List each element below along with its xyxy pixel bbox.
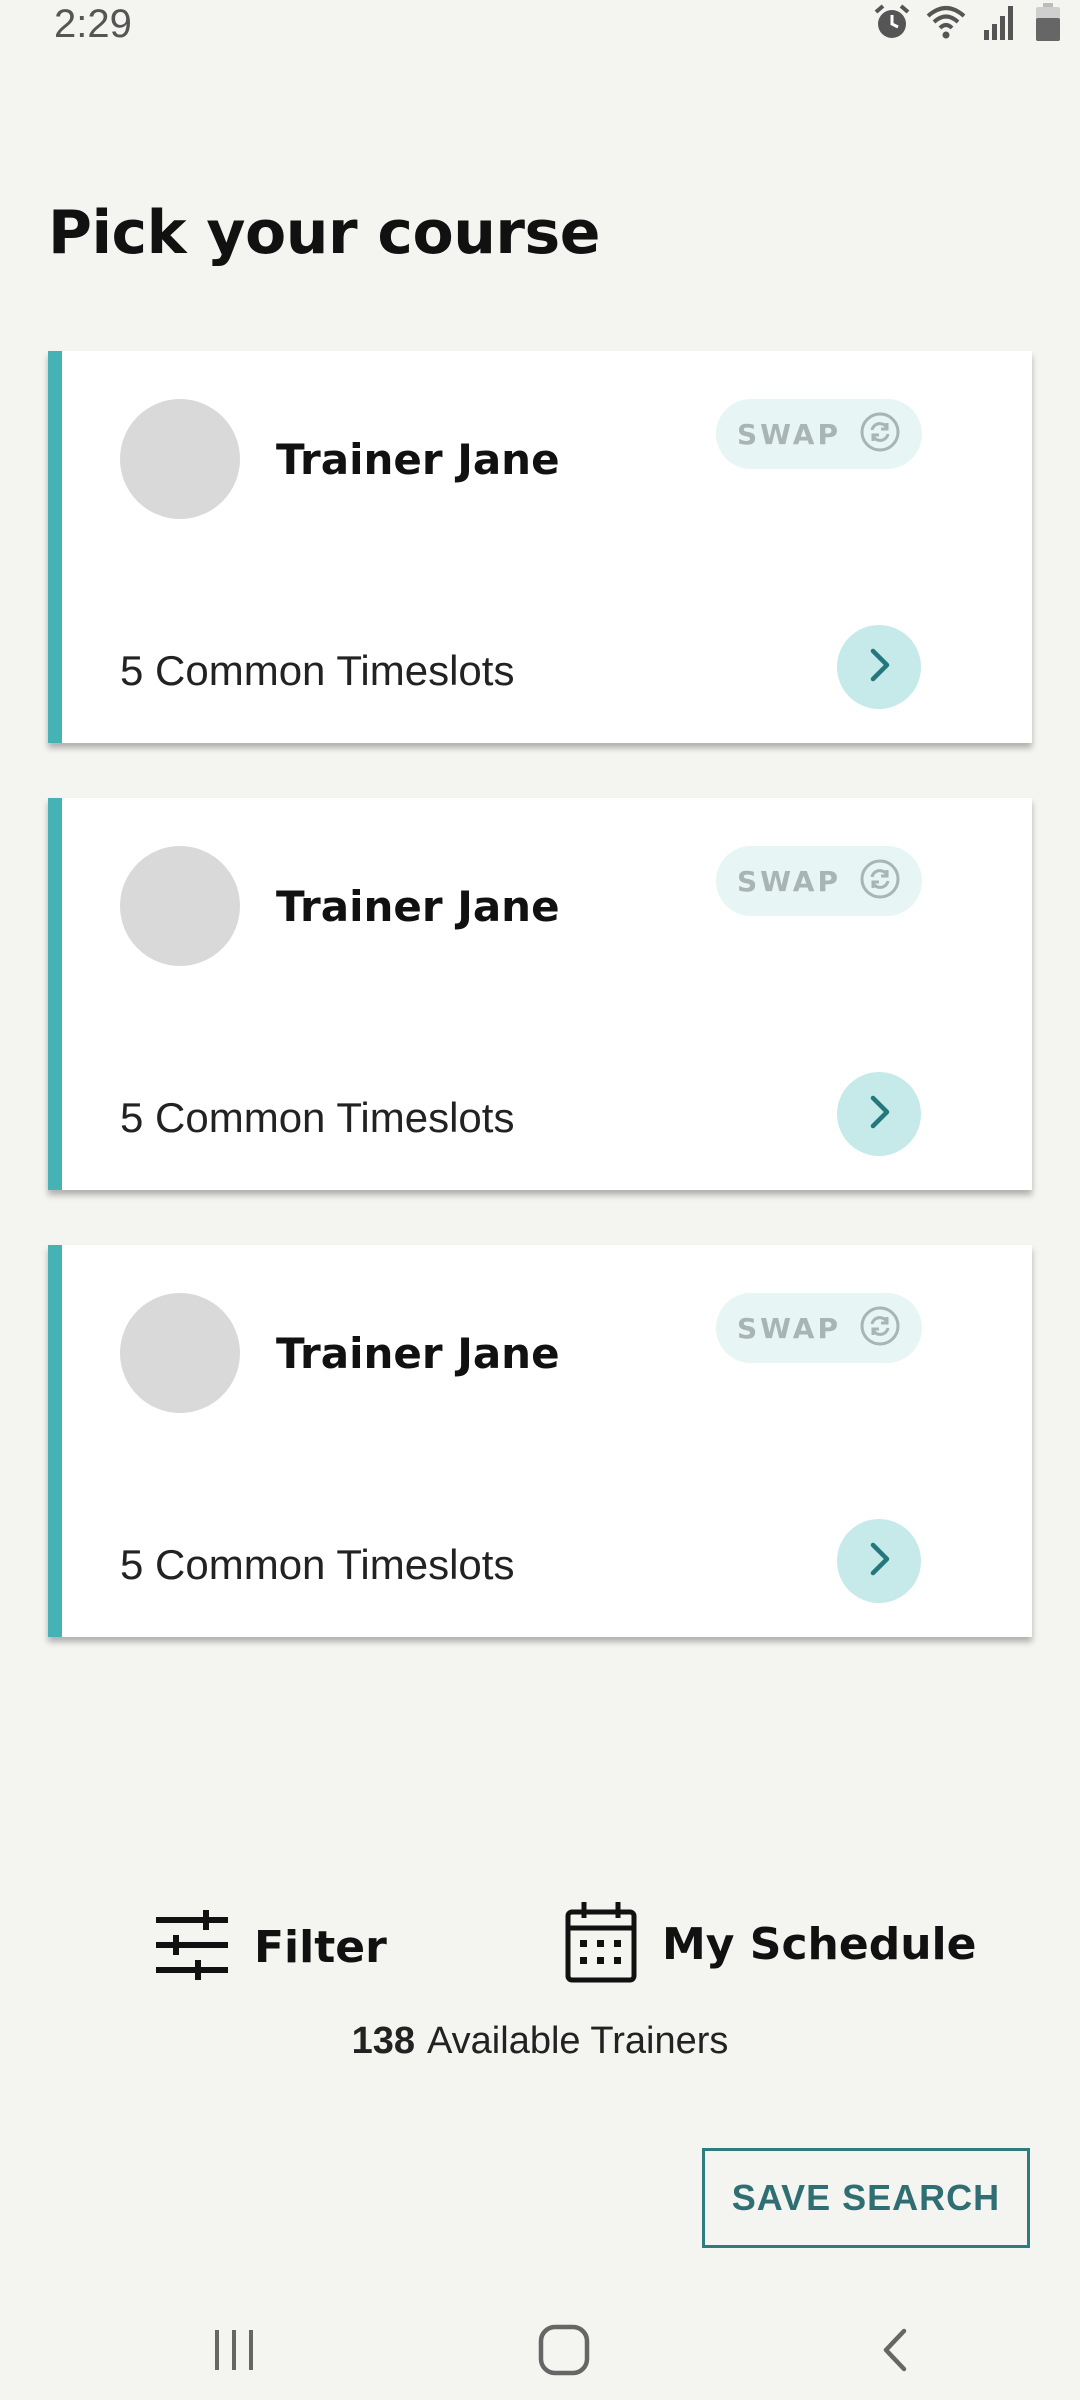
trainer-card[interactable]: Trainer Jane SWAP 5 Common Timeslots [48,1245,1032,1637]
open-card-button[interactable] [837,1519,921,1603]
action-row: Filter My Schedule [0,1900,1080,2000]
recent-apps-icon [209,2325,259,2379]
swap-button[interactable]: SWAP [716,399,922,469]
card-accent-bar [48,351,62,743]
common-timeslots: 5 Common Timeslots [120,647,515,694]
card-accent-bar [48,1245,62,1637]
swap-icon [859,858,901,904]
filter-label: Filter [254,1921,387,1973]
swap-icon [859,1305,901,1351]
swap-button[interactable]: SWAP [716,846,922,916]
swap-label: SWAP [737,1311,841,1345]
recent-apps-button[interactable] [194,2324,274,2380]
save-search-button[interactable]: SAVE SEARCH [702,2148,1030,2248]
status-bar: 2:29 [0,0,1080,56]
my-schedule-label: My Schedule [662,1918,977,1970]
avatar [120,1293,240,1413]
common-timeslots: 5 Common Timeslots [120,1541,515,1588]
filter-button[interactable]: Filter [154,1908,387,1986]
my-schedule-button[interactable]: My Schedule [564,1900,976,1988]
back-icon [876,2325,916,2379]
trainer-name: Trainer Jane [276,1329,560,1378]
open-card-button[interactable] [837,1072,921,1156]
swap-button[interactable]: SWAP [716,1293,922,1363]
trainer-card[interactable]: Trainer Jane SWAP 5 Common Timeslots [48,351,1032,743]
trainer-count-number: 138 [351,2020,416,2062]
available-trainers: 138 Available Trainers [0,2020,1080,2063]
back-button[interactable] [856,2324,936,2380]
swap-icon [859,411,901,457]
status-time: 2:29 [54,2,132,46]
system-nav-bar [0,2300,1080,2400]
chevron-right-icon [859,645,899,689]
chevron-right-icon [859,1539,899,1583]
page-title: Pick your course [48,198,600,268]
alarm-icon [872,2,912,42]
home-icon [537,2323,591,2381]
trainer-name: Trainer Jane [276,882,560,931]
trainer-name: Trainer Jane [276,435,560,484]
battery-icon [1034,2,1062,42]
status-icons [872,2,1062,42]
card-accent-bar [48,798,62,1190]
swap-label: SWAP [737,864,841,898]
trainer-count-label: Available Trainers [427,2020,729,2062]
common-timeslots: 5 Common Timeslots [120,1094,515,1141]
avatar [120,846,240,966]
trainer-card[interactable]: Trainer Jane SWAP 5 Common Timeslots [48,798,1032,1190]
sliders-icon [154,1908,230,1986]
signal-icon [980,2,1020,42]
wifi-icon [926,2,966,42]
open-card-button[interactable] [837,625,921,709]
swap-label: SWAP [737,417,841,451]
chevron-right-icon [859,1092,899,1136]
home-button[interactable] [524,2324,604,2380]
calendar-icon [564,1900,638,1988]
avatar [120,399,240,519]
